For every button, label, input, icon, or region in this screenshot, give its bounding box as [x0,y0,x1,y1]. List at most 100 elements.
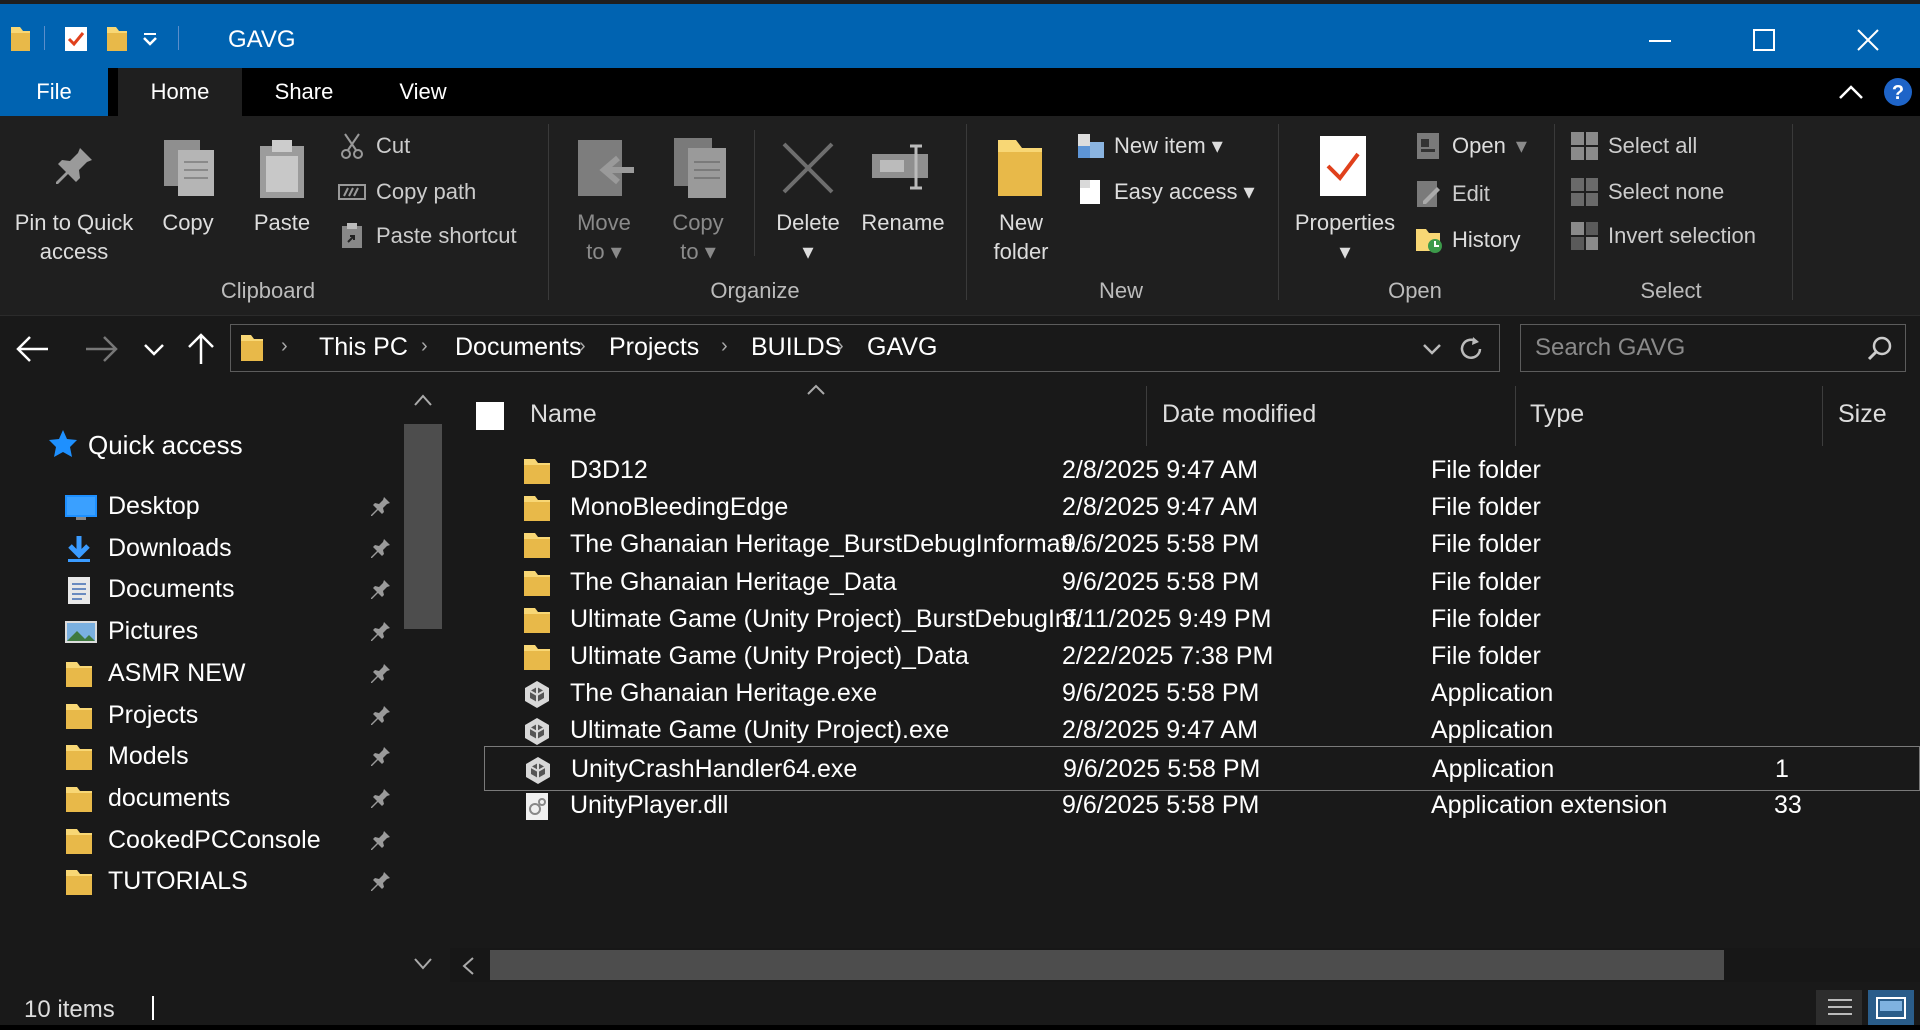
copy-to-button[interactable]: Copy to ▾ [658,208,738,266]
tab-share[interactable]: Share [256,68,352,116]
breadcrumb-separator[interactable]: › [281,335,288,358]
properties-quick-icon[interactable] [62,24,90,54]
copy-to-label-line2: to [680,239,699,264]
copy-button[interactable]: Copy [150,208,226,237]
breadcrumb-separator[interactable]: › [721,335,728,358]
history-label: History [1452,227,1521,252]
breadcrumb-separator[interactable]: › [421,335,428,358]
recent-locations-button[interactable] [142,338,166,365]
scroll-left-arrow-icon[interactable] [460,956,476,981]
folder-icon [64,659,94,689]
select-all-checkbox[interactable] [476,402,504,430]
maximize-button[interactable] [1712,8,1816,72]
search-box[interactable] [1520,324,1906,372]
file-date-modified: 2/8/2025 9:47 AM [1062,456,1258,484]
copy-to-label-line1: Copy [672,210,724,235]
invert-selection-button[interactable]: Invert selection [1570,222,1756,250]
tab-home[interactable]: Home [118,68,242,116]
invert-selection-icon [1570,222,1598,250]
close-button[interactable] [1816,8,1920,72]
new-group-label: New [1098,278,1143,303]
breadcrumb-this-pc[interactable]: This PC [319,333,408,362]
back-button[interactable] [14,334,50,369]
sidebar-item-label: Projects [108,700,199,729]
file-date-modified: 2/22/2025 7:38 PM [1062,642,1274,670]
up-button[interactable] [186,332,216,371]
unity-exe-icon [522,716,552,746]
address-history-button[interactable] [1421,339,1443,364]
select-none-button[interactable]: Select none [1570,178,1724,206]
file-row[interactable]: UnityPlayer.dll 9/6/2025 5:58 PM Applicati… [484,783,1920,828]
file-size: 33 [1774,790,1802,819]
collapse-ribbon-icon[interactable] [1836,78,1866,111]
horizontal-scrollbar[interactable] [450,948,1920,982]
paste-button[interactable]: Paste [242,208,322,237]
details-view-button[interactable] [1816,990,1862,1025]
breadcrumb-projects[interactable]: Projects [609,333,699,362]
pin-icon [370,495,392,519]
search-input[interactable] [1535,333,1855,363]
large-icons-view-button[interactable] [1868,990,1914,1025]
file-type: Application extension [1431,790,1668,819]
file-name: The Ghanaian Heritage.exe [570,679,878,708]
cut-button[interactable]: Cut [338,132,410,160]
paste-shortcut-button[interactable]: Paste shortcut [338,222,517,250]
tab-file[interactable]: File [0,68,108,116]
pin-icon [370,745,392,769]
file-name: Ultimate Game (Unity Project).exe [570,716,950,745]
help-icon[interactable]: ? [1882,76,1914,113]
folder-icon [64,742,94,772]
select-all-button[interactable]: Select all [1570,132,1697,160]
move-label-line1: Move [577,210,631,235]
pin-to-quick-access-button[interactable]: Pin to Quick access [4,208,144,266]
horizontal-scrollbar-thumb[interactable] [490,950,1724,980]
cut-label: Cut [376,133,411,158]
select-none-icon [1570,178,1598,206]
quick-access-label[interactable]: Quick access [88,430,243,461]
file-list: Name Date modified Type Size D3D12 2/8/20… [448,382,1920,982]
folder-icon [522,568,552,598]
large-icons-view-icon [1876,997,1906,1019]
scroll-up-arrow-icon[interactable] [412,392,434,413]
open-button[interactable]: Open ▾ [1414,132,1527,160]
edit-button[interactable]: Edit [1414,180,1490,208]
new-folder-button[interactable]: New folder [976,208,1066,266]
column-header-name[interactable]: Name [530,400,597,429]
new-folder-quick-icon[interactable] [104,24,130,54]
minimize-button[interactable] [1608,8,1712,72]
breadcrumb-gavg[interactable]: GAVG [867,333,937,362]
folder-icon [522,456,552,486]
easy-access-button[interactable]: Easy access ▾ [1076,178,1255,206]
sidebar-item-tutorials[interactable]: TUTORIALS [0,857,400,907]
navigation-scrollbar-thumb[interactable] [404,424,442,629]
customize-toolbar-chevron-icon[interactable] [140,24,160,54]
breadcrumb-builds[interactable]: BUILDS [751,333,841,362]
refresh-button[interactable] [1457,335,1485,368]
breadcrumb-separator[interactable]: › [837,335,844,358]
tab-view[interactable]: View [376,68,470,116]
address-bar[interactable]: › This PC › Documents › Projects › BUILD… [230,324,1500,372]
file-name: The Ghanaian Heritage_BurstDebugInformat… [570,530,1090,559]
move-to-button[interactable]: Move to ▾ [562,208,646,266]
column-header-type[interactable]: Type [1530,400,1584,429]
new-item-button[interactable]: New item ▾ [1076,132,1223,160]
pictures-icon [64,617,97,647]
rename-button[interactable]: Rename [856,208,950,237]
move-label-line2: to [586,239,605,264]
navigation-scrollbar[interactable] [404,382,442,982]
forward-button[interactable] [84,334,120,369]
arrow-left-icon [16,336,48,362]
scroll-down-arrow-icon[interactable] [412,956,434,977]
breadcrumb-separator[interactable]: › [579,335,586,358]
copy-path-button[interactable]: Copy path [338,178,476,206]
column-header-date-modified[interactable]: Date modified [1162,400,1316,429]
breadcrumb-documents[interactable]: Documents [455,333,581,362]
column-header-size[interactable]: Size [1838,400,1887,429]
history-button[interactable]: History [1414,226,1520,254]
search-icon[interactable] [1867,335,1893,366]
scissors-icon [338,132,366,160]
delete-button[interactable]: Delete ▾ [766,208,850,266]
properties-button[interactable]: Properties ▾ [1286,208,1404,266]
dll-icon [522,791,552,821]
history-icon [1414,226,1442,254]
